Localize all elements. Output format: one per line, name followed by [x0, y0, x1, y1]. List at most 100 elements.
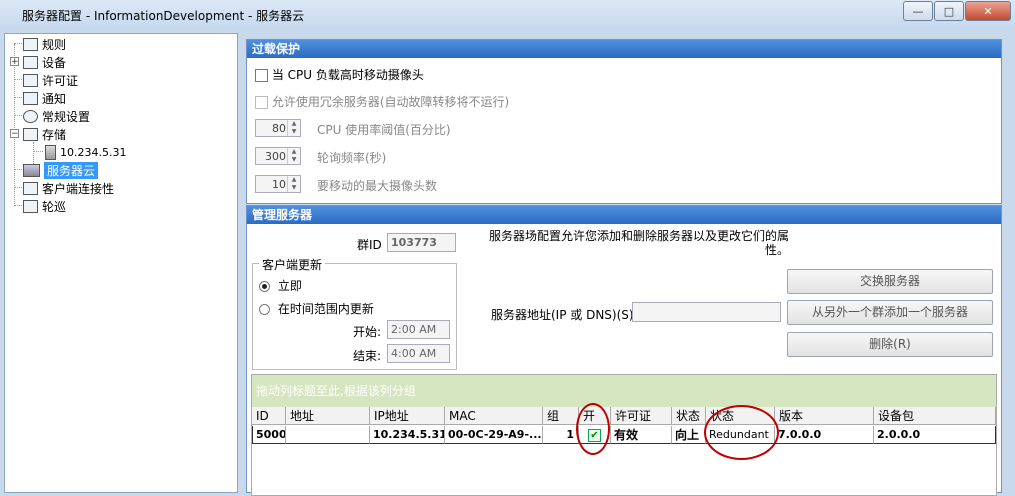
- exchange-server-button[interactable]: 交换服务器: [787, 269, 993, 294]
- tree-item-general-settings[interactable]: 常规设置: [23, 107, 90, 125]
- tree-item-label: 规则: [42, 37, 67, 52]
- certificate-icon: [23, 73, 38, 87]
- annotation-circle-on-column: [576, 403, 610, 455]
- overload-protection-header: 过载保护: [247, 40, 1001, 58]
- tree-item-label: 10.234.5.31: [60, 145, 127, 159]
- tree-item-label: 常规设置: [42, 109, 91, 124]
- time-range-radio[interactable]: [259, 304, 270, 315]
- cell-license[interactable]: 有效: [611, 426, 672, 444]
- group-id-label: 群ID: [357, 238, 382, 252]
- time-range-label: 在时间范围内更新: [277, 302, 374, 316]
- cell-status[interactable]: 向上: [672, 426, 706, 444]
- add-from-group-button[interactable]: 从另外一个群添加一个服务器: [787, 300, 993, 325]
- tree-item-label: 客户端连接性: [42, 181, 115, 196]
- window-controls: — □ ✕: [902, 1, 1011, 21]
- cell-group[interactable]: 1: [543, 426, 579, 444]
- move-cameras-checkbox[interactable]: [255, 69, 268, 82]
- spinner-arrows-icon[interactable]: ▲ ▼: [287, 120, 300, 136]
- cpu-threshold-value: 80: [272, 122, 286, 135]
- cell-id[interactable]: 5000: [252, 426, 286, 444]
- cell-address[interactable]: [286, 426, 370, 444]
- cloud-server-icon: [23, 163, 40, 177]
- window-title: 服务器配置 - InformationDevelopment - 服务器云: [22, 9, 305, 23]
- tree-item-storage-server[interactable]: 10.234.5.31: [45, 143, 126, 161]
- overload-protection-panel: 过载保护 当 CPU 负载高时移动摄像头 允许使用冗余服务器(自动故障转移将不运…: [246, 39, 1002, 204]
- move-cameras-label: 当 CPU 负载高时移动摄像头: [271, 68, 424, 82]
- tree-item-notifications[interactable]: 通知: [23, 89, 66, 107]
- title-bar: 服务器配置 - InformationDevelopment - 服务器云 — …: [0, 0, 1015, 30]
- immediate-label: 立即: [277, 279, 302, 293]
- max-cameras-value: 10: [272, 178, 286, 191]
- immediate-radio[interactable]: [259, 281, 270, 292]
- tree-item-label: 许可证: [42, 73, 79, 88]
- cpu-threshold-label: CPU 使用率阈值(百分比): [317, 123, 451, 137]
- move-cameras-option[interactable]: 当 CPU 负载高时移动摄像头: [255, 66, 424, 83]
- document-icon: [23, 37, 38, 51]
- immediate-option[interactable]: 立即: [259, 277, 302, 294]
- poll-frequency-value: 300: [265, 150, 286, 163]
- column-header-mac[interactable]: MAC: [445, 407, 543, 425]
- column-header-license[interactable]: 许可证: [611, 407, 672, 425]
- collapse-storage-icon[interactable]: −: [10, 129, 19, 139]
- minimize-button[interactable]: —: [903, 1, 933, 21]
- end-label: 结束:: [353, 349, 382, 363]
- poll-frequency-spinner[interactable]: 300 ▲ ▼: [255, 147, 301, 165]
- close-button[interactable]: ✕: [965, 1, 1011, 21]
- server-grid[interactable]: 拖动列标题至此,根据该列分组 ID 地址 IP地址 MAC 组 开 许可证 状态…: [251, 374, 997, 496]
- column-header-group[interactable]: 组: [543, 407, 579, 425]
- time-range-option[interactable]: 在时间范围内更新: [259, 300, 374, 317]
- poll-frequency-label: 轮询频率(秒): [317, 151, 387, 165]
- column-header-ip[interactable]: IP地址: [370, 407, 445, 425]
- monitor-icon: [23, 199, 38, 213]
- spinner-arrows-icon[interactable]: ▲ ▼: [287, 148, 300, 164]
- client-update-title: 客户端更新: [259, 256, 326, 273]
- tree-item-storage[interactable]: 存储: [23, 125, 66, 143]
- manage-servers-panel: 管理服务器 群ID 103773 服务器场配置允许您添加和删除服务器以及更改它们…: [246, 205, 1002, 496]
- column-header-address[interactable]: 地址: [286, 407, 370, 425]
- cell-ip[interactable]: 10.234.5.31: [370, 426, 445, 444]
- manage-servers-header: 管理服务器: [247, 206, 1001, 224]
- tree-item-label: 设备: [42, 55, 67, 70]
- server-address-label: 服务器地址(IP 或 DNS)(S): [491, 308, 634, 322]
- group-by-hint[interactable]: 拖动列标题至此,根据该列分组: [252, 375, 996, 407]
- annotation-circle-state-column: [704, 405, 779, 460]
- cpu-threshold-spinner[interactable]: 80 ▲ ▼: [255, 119, 301, 137]
- tree-item-license[interactable]: 许可证: [23, 71, 78, 89]
- tree-item-label: 轮巡: [42, 199, 67, 214]
- column-header-device-pack[interactable]: 设备包: [874, 407, 996, 425]
- column-header-version[interactable]: 版本: [775, 407, 874, 425]
- start-label: 开始:: [353, 325, 382, 339]
- max-cameras-label: 要移动的最大摄像头数: [317, 179, 438, 193]
- column-header-status[interactable]: 状态: [672, 407, 706, 425]
- network-icon: [23, 55, 38, 69]
- drive-icon: [23, 127, 38, 141]
- cell-mac[interactable]: 00-0C-29-A9-...: [445, 426, 543, 444]
- drive-icon: [23, 181, 38, 195]
- spinner-arrows-icon[interactable]: ▲ ▼: [287, 176, 300, 192]
- max-cameras-spinner[interactable]: 10 ▲ ▼: [255, 175, 301, 193]
- server-icon: [45, 144, 56, 160]
- gear-icon: [23, 109, 38, 123]
- end-time-field[interactable]: 4:00 AM: [387, 344, 450, 363]
- navigation-tree[interactable]: + − 规则 设备 许可证 通知 常规设置 存储 10.234.5.31 服务器…: [4, 33, 238, 493]
- document-icon: [23, 91, 38, 105]
- server-address-input[interactable]: [632, 302, 781, 322]
- tree-item-server-cloud[interactable]: 服务器云: [23, 161, 99, 179]
- tree-item-patrol[interactable]: 轮巡: [23, 197, 66, 215]
- expand-devices-icon[interactable]: +: [10, 57, 19, 67]
- maximize-button[interactable]: □: [934, 1, 964, 21]
- cell-version[interactable]: 7.0.0.0: [775, 426, 874, 444]
- tree-item-rules[interactable]: 规则: [23, 35, 66, 53]
- redundant-checkbox[interactable]: [255, 96, 268, 109]
- cell-device-pack[interactable]: 2.0.0.0: [874, 426, 996, 444]
- delete-button[interactable]: 删除(R): [787, 332, 993, 357]
- group-id-field[interactable]: 103773: [387, 233, 456, 252]
- tree-item-label: 存储: [42, 127, 67, 142]
- redundant-label: 允许使用冗余服务器(自动故障转移将不运行): [271, 95, 510, 109]
- tree-item-label: 服务器云: [44, 161, 99, 179]
- redundant-option[interactable]: 允许使用冗余服务器(自动故障转移将不运行): [255, 93, 509, 110]
- tree-item-devices[interactable]: 设备: [23, 53, 66, 71]
- start-time-field[interactable]: 2:00 AM: [387, 320, 450, 339]
- tree-item-client-connectivity[interactable]: 客户端连接性: [23, 179, 114, 197]
- column-header-id[interactable]: ID: [252, 407, 286, 425]
